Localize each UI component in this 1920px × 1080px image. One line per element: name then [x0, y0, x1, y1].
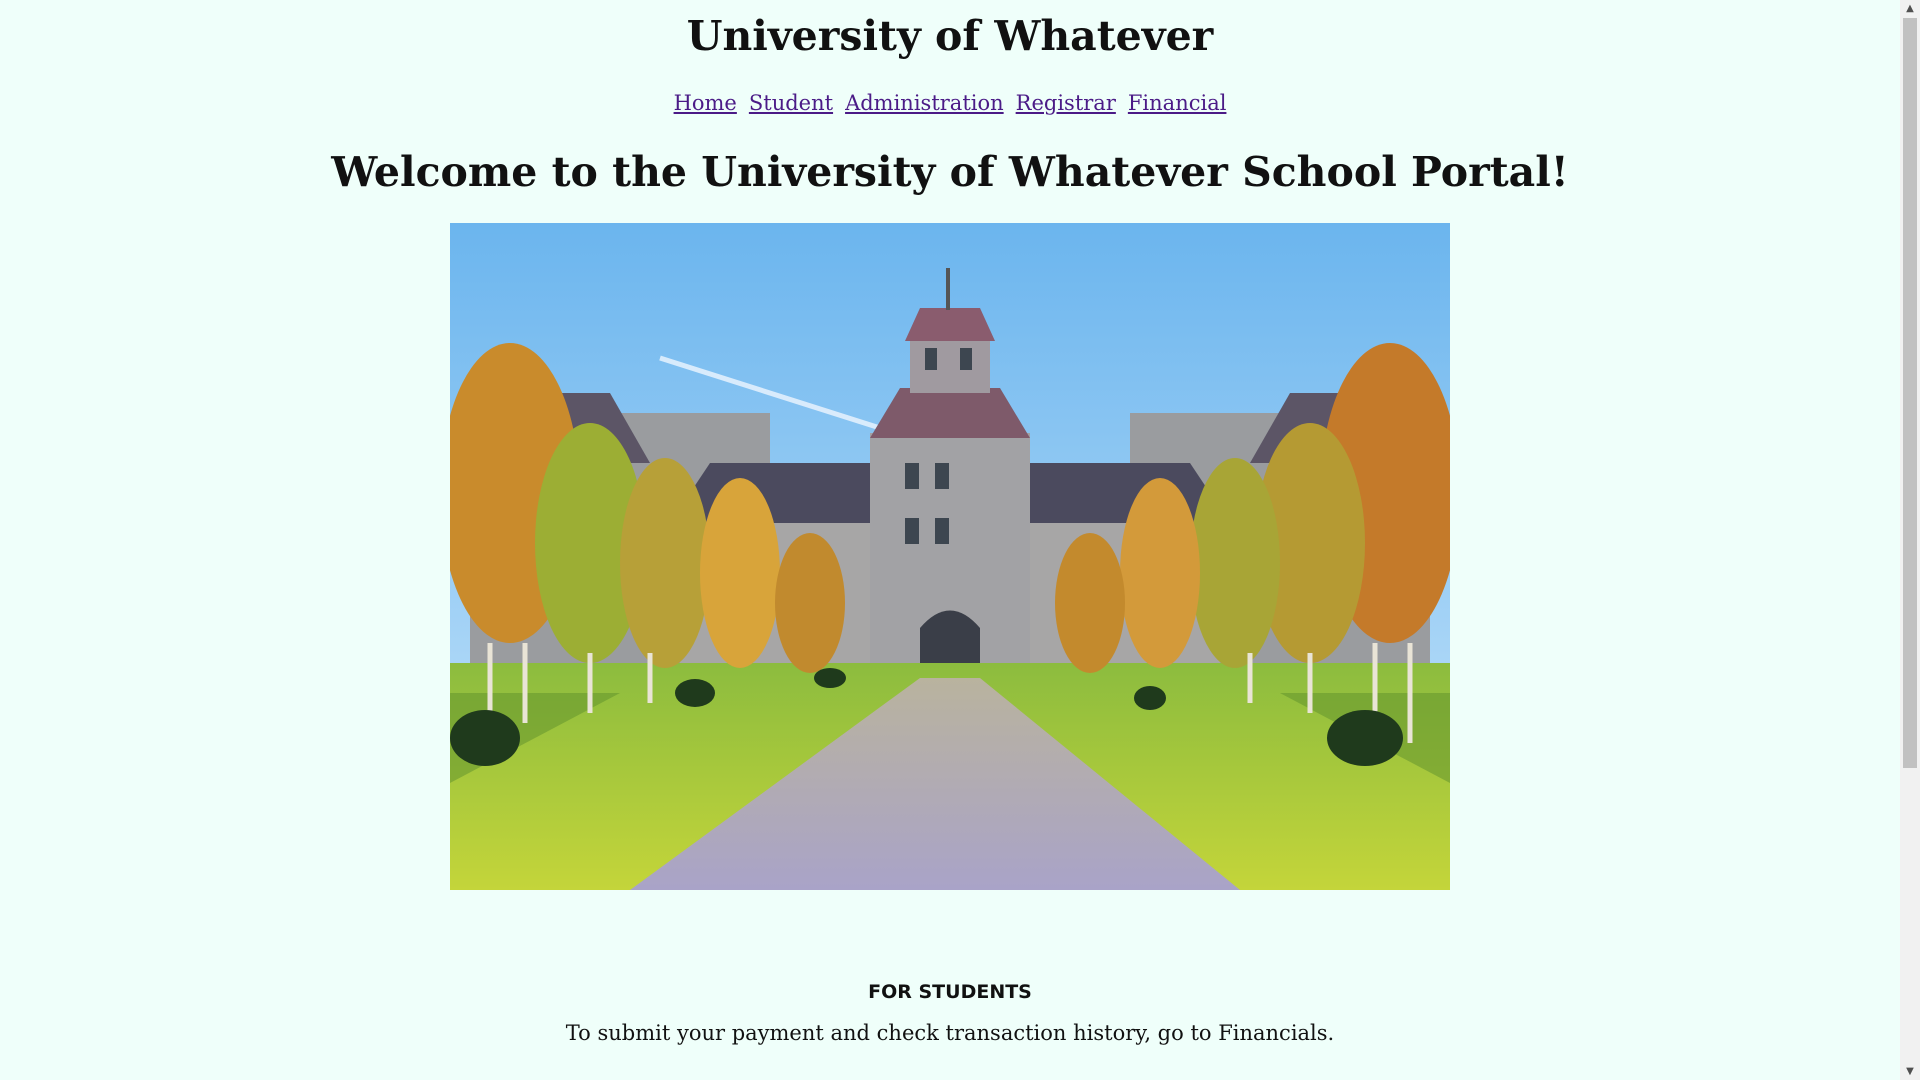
nav-home-link[interactable]: Home: [674, 88, 737, 118]
scroll-down-arrow-icon[interactable]: ▼: [1900, 1063, 1920, 1080]
main-nav: Home Student Administration Registrar Fi…: [0, 88, 1900, 118]
campus-hero-image: [450, 223, 1450, 890]
nav-financial-link[interactable]: Financial: [1128, 88, 1227, 118]
nav-registrar-link[interactable]: Registrar: [1016, 88, 1116, 118]
scroll-up-arrow-icon[interactable]: ▲: [1900, 0, 1920, 17]
students-info-text: To submit your payment and check transac…: [565, 1021, 1335, 1045]
vertical-scrollbar[interactable]: ▲ ▼: [1900, 0, 1920, 1080]
for-students-heading: FOR STUDENTS: [868, 981, 1032, 1003]
scroll-thumb[interactable]: [1903, 18, 1917, 768]
nav-student-link[interactable]: Student: [749, 88, 833, 118]
site-title: University of Whatever: [686, 12, 1214, 60]
page: University of Whatever Home Student Admi…: [0, 0, 1900, 1080]
nav-administration-link[interactable]: Administration: [845, 88, 1004, 118]
welcome-heading: Welcome to the University of Whatever Sc…: [331, 148, 1569, 196]
